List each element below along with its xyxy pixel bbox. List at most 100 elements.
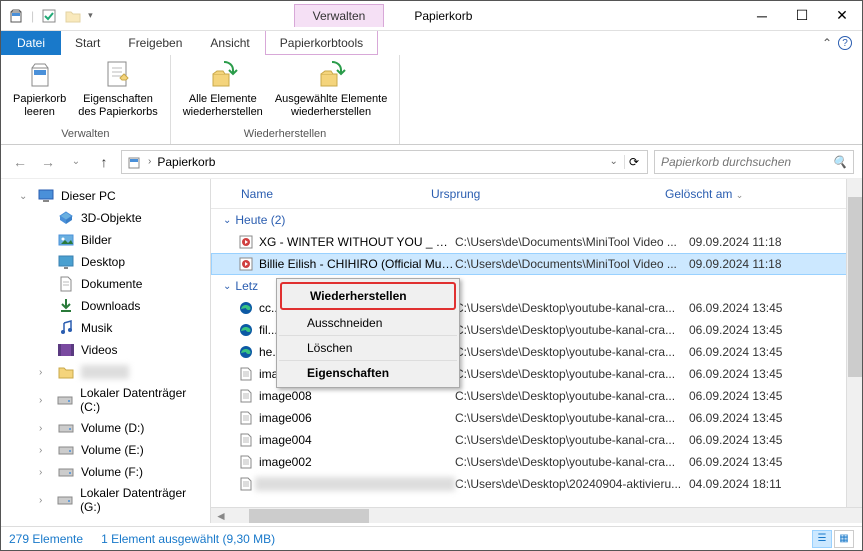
tab-share[interactable]: Freigeben bbox=[114, 31, 196, 55]
sidebar-item[interactable]: Musik bbox=[39, 317, 210, 339]
recycle-properties-button[interactable]: Eigenschaften des Papierkorbs bbox=[72, 57, 164, 126]
item-icon bbox=[57, 320, 75, 336]
column-origin[interactable]: Ursprung bbox=[431, 187, 665, 201]
breadcrumb-location[interactable]: Papierkorb bbox=[157, 155, 215, 169]
restore-all-button[interactable]: Alle Elemente wiederherstellen bbox=[177, 57, 269, 126]
close-button[interactable]: ✕ bbox=[822, 1, 862, 31]
ribbon-group-label-manage: Verwalten bbox=[7, 126, 164, 142]
contextual-tab-manage[interactable]: Verwalten bbox=[294, 4, 385, 27]
chevron-right-icon[interactable]: › bbox=[146, 156, 153, 167]
empty-recycle-bin-button[interactable]: Papierkorb leeren bbox=[7, 57, 72, 126]
sidebar-item[interactable]: ›Volume (E:) bbox=[39, 439, 210, 461]
qat-dropdown-icon[interactable]: ▾ bbox=[88, 10, 93, 21]
context-cut[interactable]: Ausschneiden bbox=[279, 311, 457, 336]
minimize-button[interactable]: ─ bbox=[742, 1, 782, 31]
sidebar-item-label: xxxxxxxx bbox=[81, 365, 129, 379]
navigation-sidebar: ⌄ Dieser PC 3D-ObjekteBilderDesktop Dokum… bbox=[1, 179, 211, 523]
sidebar-item[interactable]: ›Lokaler Datenträger (G:) bbox=[39, 483, 210, 517]
search-icon[interactable]: 🔍 bbox=[832, 155, 847, 169]
chevron-down-icon: ⌄ bbox=[223, 281, 231, 292]
sidebar-item[interactable]: ›xxxxxxxx bbox=[39, 361, 210, 383]
status-count: 279 Elemente bbox=[9, 532, 83, 546]
item-icon bbox=[57, 364, 75, 380]
column-deleted[interactable]: Gelöscht am ⌄ bbox=[665, 187, 862, 201]
sidebar-item[interactable]: 3D-Objekte bbox=[39, 207, 210, 229]
forward-button[interactable]: → bbox=[37, 151, 59, 173]
file-deleted: 09.09.2024 11:18 bbox=[689, 235, 862, 249]
sidebar-item-label: Videos bbox=[81, 343, 117, 357]
scroll-thumb[interactable] bbox=[848, 197, 862, 377]
breadcrumb[interactable]: › Papierkorb ⌄ ⟳ bbox=[121, 150, 648, 174]
maximize-button[interactable]: ☐ bbox=[782, 1, 822, 31]
group-header[interactable]: ⌄ Heute (2) bbox=[211, 209, 862, 231]
ribbon-collapse[interactable]: ⌃? bbox=[812, 31, 862, 55]
search-box[interactable]: 🔍 bbox=[654, 150, 854, 174]
file-icon bbox=[237, 477, 255, 491]
status-bar: 279 Elemente 1 Element ausgewählt (9,30 … bbox=[1, 526, 862, 550]
scroll-thumb[interactable] bbox=[249, 509, 369, 523]
context-delete[interactable]: Löschen bbox=[279, 336, 457, 361]
checkbox-icon[interactable] bbox=[40, 7, 58, 25]
sidebar-item[interactable]: ›Volume (F:) bbox=[39, 461, 210, 483]
sidebar-item[interactable]: Desktop bbox=[39, 251, 210, 273]
file-deleted: 09.09.2024 11:18 bbox=[689, 257, 861, 271]
sidebar-item[interactable]: Downloads bbox=[39, 295, 210, 317]
sort-desc-icon: ⌄ bbox=[736, 190, 744, 200]
restore-selected-icon bbox=[315, 59, 347, 91]
sidebar-item-label: Volume (D:) bbox=[81, 421, 144, 435]
horizontal-scrollbar[interactable]: ◄ bbox=[211, 507, 862, 523]
context-restore[interactable]: Wiederherstellen bbox=[282, 284, 454, 308]
item-icon bbox=[57, 232, 75, 248]
tab-view[interactable]: Ansicht bbox=[196, 31, 263, 55]
back-button[interactable]: ← bbox=[9, 151, 31, 173]
tiles-view-button[interactable]: ▦ bbox=[834, 530, 854, 548]
recycle-bin-icon[interactable] bbox=[7, 7, 25, 25]
file-name: XG - WINTER WITHOUT YOU _ THE ... bbox=[255, 235, 455, 249]
refresh-button[interactable]: ⟳ bbox=[624, 155, 643, 169]
context-properties[interactable]: Eigenschaften bbox=[279, 361, 457, 385]
file-name: image002 bbox=[255, 455, 455, 469]
window-controls: ─ ☐ ✕ bbox=[742, 1, 862, 31]
file-deleted: 06.09.2024 13:45 bbox=[689, 411, 862, 425]
file-deleted: 06.09.2024 13:45 bbox=[689, 455, 862, 469]
chevron-down-icon[interactable]: ⌄ bbox=[19, 191, 31, 202]
sidebar-item[interactable]: ›Volume (D:) bbox=[39, 417, 210, 439]
sidebar-item-label: Dokumente bbox=[81, 277, 142, 291]
column-name[interactable]: Name bbox=[211, 187, 431, 201]
tab-start[interactable]: Start bbox=[61, 31, 114, 55]
ribbon-group-manage: Papierkorb leeren Eigenschaften des Papi… bbox=[1, 55, 171, 144]
search-input[interactable] bbox=[661, 155, 832, 169]
file-row[interactable]: image008C:\Users\de\Desktop\youtube-kana… bbox=[211, 385, 862, 407]
up-button[interactable]: ↑ bbox=[93, 151, 115, 173]
file-row[interactable]: image006C:\Users\de\Desktop\youtube-kana… bbox=[211, 407, 862, 429]
file-deleted: 06.09.2024 13:45 bbox=[689, 301, 862, 315]
item-icon bbox=[57, 210, 75, 226]
folder-icon[interactable] bbox=[64, 7, 82, 25]
sidebar-item[interactable]: Videos bbox=[39, 339, 210, 361]
column-headers: Name Ursprung Gelöscht am ⌄ bbox=[211, 179, 862, 209]
sidebar-item[interactable]: Bilder bbox=[39, 229, 210, 251]
sidebar-item[interactable]: ›Lokaler Datenträger (C:) bbox=[39, 383, 210, 417]
file-row[interactable]: Billie Eilish - CHIHIRO (Official Mus...… bbox=[211, 253, 862, 275]
details-view-button[interactable]: ☰ bbox=[812, 530, 832, 548]
vertical-scrollbar[interactable] bbox=[846, 179, 862, 507]
file-row[interactable]: image002C:\Users\de\Desktop\youtube-kana… bbox=[211, 451, 862, 473]
restore-selected-button[interactable]: Ausgewählte Elemente wiederherstellen bbox=[269, 57, 394, 126]
file-deleted: 06.09.2024 13:45 bbox=[689, 433, 862, 447]
chevron-down-icon: ⌄ bbox=[223, 215, 231, 226]
tab-file[interactable]: Datei bbox=[1, 31, 61, 55]
tree-this-pc[interactable]: ⌄ Dieser PC bbox=[1, 185, 210, 207]
file-origin: C:\Users\de\Desktop\youtube-kanal-cra... bbox=[455, 345, 689, 359]
file-row[interactable]: image004C:\Users\de\Desktop\youtube-kana… bbox=[211, 429, 862, 451]
recent-locations-button[interactable]: ⌄ bbox=[65, 151, 87, 173]
file-row[interactable]: XG - WINTER WITHOUT YOU _ THE ...C:\User… bbox=[211, 231, 862, 253]
file-row[interactable]: xxxxxxxxxxxxxxxxC:\Users\de\Desktop\2024… bbox=[211, 473, 862, 495]
sidebar-item-label: Lokaler Datenträger (G:) bbox=[80, 486, 206, 514]
file-deleted: 06.09.2024 13:45 bbox=[689, 367, 862, 381]
breadcrumb-dropdown-icon[interactable]: ⌄ bbox=[608, 156, 620, 167]
file-icon bbox=[237, 455, 255, 469]
sidebar-item[interactable]: Dokumente bbox=[39, 273, 210, 295]
restore-all-icon bbox=[207, 59, 239, 91]
help-icon[interactable]: ? bbox=[838, 36, 852, 50]
tab-recycle-tools[interactable]: Papierkorbtools bbox=[265, 31, 378, 55]
